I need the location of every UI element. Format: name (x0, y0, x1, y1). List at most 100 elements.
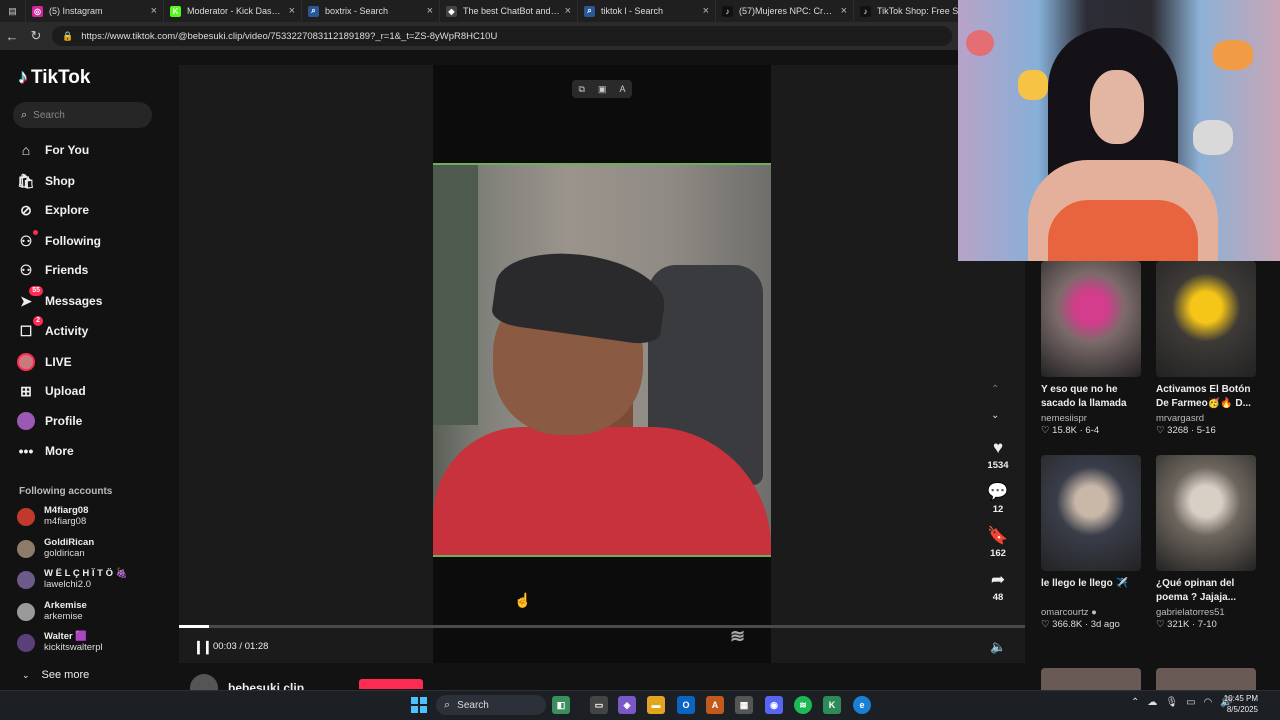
sidebar-item-shop[interactable]: 🛍 Shop (17, 172, 75, 190)
video-frame[interactable] (433, 163, 771, 557)
close-icon[interactable]: × (565, 5, 571, 17)
close-icon[interactable]: × (841, 5, 847, 17)
browser-tab[interactable]: ⌕ tiktok l - Search × (578, 0, 716, 22)
video-thumbnail[interactable] (1156, 455, 1256, 571)
refresh-icon[interactable]: ↻ (24, 28, 48, 44)
sidebar-item-messages[interactable]: ➤ 55 Messages (17, 286, 102, 310)
video-author[interactable]: mrvargasrd (1156, 413, 1256, 424)
video-author[interactable]: omarcourtz ● (1041, 607, 1141, 618)
browser-tab[interactable]: K Moderator - Kick Dashboard × (164, 0, 302, 22)
url-field[interactable]: 🔒 https://www.tiktok.com/@bebesuki.clip/… (52, 26, 952, 46)
recommended-video-card[interactable]: Activamos El Botón De Farmeo🥳🔥 D... mrvar… (1156, 261, 1256, 436)
app-icon[interactable]: A (706, 696, 724, 714)
recommended-video-card[interactable]: ¿Qué opinan del poema ? Jajaja... gabriel… (1156, 455, 1256, 630)
outlook-icon[interactable]: O (677, 696, 695, 714)
miniplayer-icon[interactable]: ▣ (598, 84, 607, 95)
sidebar-item-following[interactable]: ⚇ Following (17, 230, 101, 250)
kick-app-icon[interactable]: K (823, 696, 841, 714)
follow-button[interactable] (359, 679, 423, 689)
volume-icon[interactable]: 🔈 (990, 639, 1006, 655)
browser-tab-bar: ▤ ◎ (5) Instagram × K Moderator - Kick Dashb… (0, 0, 960, 22)
file-explorer-icon[interactable]: ▬ (647, 696, 665, 714)
partial-thumbnail[interactable] (1156, 668, 1256, 690)
recommended-video-card[interactable]: Y eso que no he sacado la llamada a... ne… (1041, 261, 1141, 436)
pause-icon[interactable]: ❙❙ (193, 639, 213, 655)
sidebar-item-explore[interactable]: ⊘ Explore (17, 201, 89, 219)
recommended-video-card[interactable]: le llego le llego ✈️ omarcourtz ● ♡ 366.8K… (1041, 455, 1141, 630)
following-account[interactable]: GoldiRican goldirican (17, 537, 94, 560)
bookmark-action[interactable]: 🔖 162 (984, 526, 1012, 559)
chevron-up-icon[interactable]: ⌃ (1131, 697, 1139, 708)
video-overlay-controls[interactable]: ⧉ ▣ A (572, 80, 632, 98)
sidebar-item-for-you[interactable]: ⌂ For You (17, 141, 89, 159)
store-icon[interactable]: ▦ (735, 696, 753, 714)
comment-icon[interactable]: 💬 (984, 482, 1012, 502)
see-more-button[interactable]: ⌄ See more (22, 669, 89, 681)
pip-icon[interactable]: ⧉ (579, 84, 585, 95)
taskbar-clock[interactable]: 10:45 PM 8/5/2025 (1220, 693, 1258, 715)
video-thumbnail[interactable] (1156, 261, 1256, 377)
back-arrow-icon[interactable]: ← (0, 29, 24, 44)
share-icon[interactable]: ➦ (984, 570, 1012, 590)
account-avatar[interactable] (17, 507, 35, 526)
taskbar-search[interactable]: ⌕ Search (436, 695, 546, 715)
following-account[interactable]: Arkemise arkemise (17, 600, 87, 623)
account-avatar[interactable] (17, 570, 35, 589)
sidebar-item-profile[interactable]: Profile (17, 412, 82, 430)
comment-action[interactable]: 💬 12 (984, 482, 1012, 515)
edge-icon[interactable]: e (853, 696, 871, 714)
search-input[interactable]: ⌕ Search (13, 102, 152, 128)
taskbar-widget-icon[interactable]: ◧ (552, 696, 570, 714)
video-author[interactable]: nemesiispr (1041, 413, 1141, 424)
monitor-icon[interactable]: ▭ (1186, 697, 1195, 708)
video-thumbnail[interactable] (1041, 455, 1141, 571)
translate-icon[interactable]: A (619, 84, 625, 94)
spotify-icon[interactable]: ≋ (794, 696, 812, 714)
sidebar-item-more[interactable]: ••• More (17, 442, 74, 460)
bookmark-icon[interactable]: 🔖 (984, 526, 1012, 546)
heart-icon[interactable]: ♥ (984, 438, 1012, 458)
progress-bar[interactable] (179, 625, 1025, 628)
video-thumbnail[interactable] (1041, 261, 1141, 377)
browser-tab[interactable]: ♪TikTok Shop: Free Shipping× (854, 0, 960, 22)
sidebar-item-upload[interactable]: ⊞ Upload (17, 382, 86, 400)
close-icon[interactable]: × (703, 5, 709, 17)
video-caption[interactable]: le llego le llego ✈️ (1041, 577, 1141, 605)
browser-tab[interactable]: ⌕ boxtrix - Search × (302, 0, 440, 22)
system-tray[interactable]: ⌃ ☁ 🎙 ▭ ◠ 🔊 (1131, 697, 1233, 708)
sidebar-item-activity[interactable]: ☐ 2 Activity (17, 316, 88, 340)
partial-thumbnail[interactable] (1041, 668, 1141, 690)
browser-tab[interactable]: ♪ (57)Mujeres NPC: Creatividad × (716, 0, 854, 22)
share-action[interactable]: ➦ 48 (984, 570, 1012, 603)
tiktok-logo[interactable]: ♪ TikTok (18, 66, 90, 89)
previous-video-icon[interactable]: ⌃ (991, 384, 999, 395)
copilot-icon[interactable]: ◈ (618, 696, 636, 714)
following-account[interactable]: M4fiarg08 m4fiarg08 (17, 505, 88, 528)
browser-tab[interactable]: ◎ (5) Instagram × (26, 0, 164, 22)
tab-list-icon[interactable]: ▤ (0, 0, 26, 22)
sidebar-item-live[interactable]: LIVE (17, 353, 72, 371)
following-account[interactable]: Walter 🟪 kickitswalterpl (17, 631, 103, 654)
account-avatar[interactable] (17, 539, 35, 558)
browser-tab[interactable]: ◆ The best ChatBot and Widgets × (440, 0, 578, 22)
windows-start-icon[interactable] (411, 697, 427, 713)
video-author[interactable]: gabrielatorres51 (1156, 607, 1256, 618)
close-icon[interactable]: × (289, 5, 295, 17)
next-video-icon[interactable]: ⌄ (991, 410, 999, 421)
task-view-icon[interactable]: ▭ (590, 696, 608, 714)
like-action[interactable]: ♥ 1534 (984, 438, 1012, 471)
sidebar-item-friends[interactable]: ⚇ Friends (17, 261, 89, 279)
microphone-icon[interactable]: 🎙 (1165, 697, 1178, 708)
inbox-icon: ☐ 2 (17, 316, 43, 340)
close-icon[interactable]: × (427, 5, 433, 17)
wifi-icon[interactable]: ◠ (1204, 697, 1213, 708)
close-icon[interactable]: × (151, 5, 157, 17)
account-avatar[interactable] (17, 602, 35, 621)
account-avatar[interactable] (17, 633, 35, 652)
video-caption[interactable]: Y eso que no he sacado la llamada a... (1041, 383, 1141, 411)
following-account[interactable]: W Ë L Ç H Ï T Ö 🍇 lawelchi2.0 (17, 568, 127, 591)
video-caption[interactable]: Activamos El Botón De Farmeo🥳🔥 D... (1156, 383, 1256, 411)
discord-icon[interactable]: ◉ (765, 696, 783, 714)
video-caption[interactable]: ¿Qué opinan del poema ? Jajaja... (1156, 577, 1256, 605)
network-app-icon[interactable]: ☁ (1147, 697, 1157, 708)
